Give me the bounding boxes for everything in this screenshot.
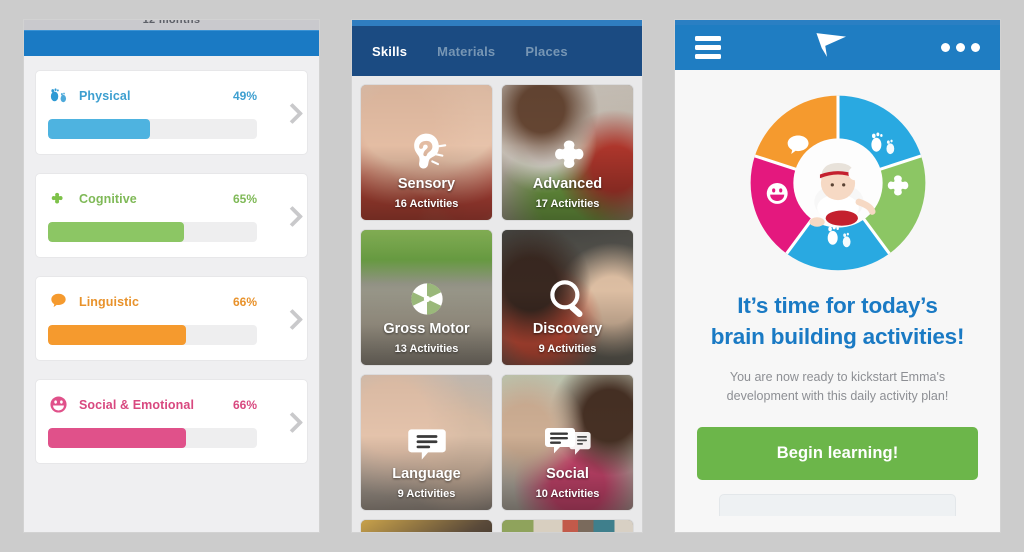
progress-fill (48, 222, 184, 242)
progress-fill (48, 325, 186, 345)
progress-track (48, 428, 257, 448)
partial-card-below (719, 493, 956, 516)
panel1-cut-title-strip: 12 months (24, 20, 319, 30)
card-count: 16 Activities (394, 198, 459, 210)
card-count: 9 Activities (397, 488, 456, 500)
three-dots-icon[interactable] (941, 43, 980, 52)
paper-plane-icon (811, 30, 851, 65)
headline-line-1: It’s time for today’s (737, 293, 938, 318)
progress-label: Social & Emotional (79, 397, 195, 412)
progress-percent: 66% (232, 397, 257, 412)
progress-fill (48, 119, 151, 139)
hamburger-menu-icon[interactable] (695, 36, 721, 59)
activity-card-discovery[interactable]: Discovery 9 Activities (502, 230, 633, 365)
tab-materials[interactable]: Materials (435, 40, 497, 63)
activity-grid: Sensory 16 Activities Advanced 17 Activi… (352, 76, 642, 532)
chevron-right-icon[interactable] (285, 411, 298, 433)
skill-wheel (697, 88, 978, 278)
progress-label: Linguistic (79, 294, 140, 309)
activity-card-advanced[interactable]: Advanced 17 Activities (502, 85, 633, 220)
panel1-cut-title: 12 months (142, 20, 201, 26)
progress-row-header: Physical 49% (48, 85, 295, 106)
card-title: Advanced (532, 176, 603, 192)
progress-fill (48, 428, 186, 448)
progress-list: Physical 49% Cognitive 65% Linguistic 66… (24, 56, 319, 532)
progress-track (48, 325, 257, 345)
activity-card-partial-2[interactable] (502, 520, 633, 532)
progress-row-social-emotional[interactable]: Social & Emotional 66% (35, 379, 308, 464)
panel1-header-bar (24, 30, 319, 56)
progress-row-header: Cognitive 65% (48, 188, 295, 209)
welcome-subtext: You are now ready to kickstart Emma's de… (726, 370, 949, 404)
welcome-panel: It’s time for today’s brain building act… (675, 20, 1000, 532)
ear-icon (400, 127, 454, 181)
progress-panel: 12 months Physical 49% Cognitive 65% Lin… (24, 20, 319, 532)
progress-percent: 49% (232, 88, 257, 103)
welcome-body: It’s time for today’s brain building act… (675, 70, 1000, 532)
progress-track (48, 222, 257, 242)
welcome-headline: It’s time for today’s brain building act… (697, 290, 978, 352)
card-photo (502, 520, 633, 532)
two-bubbles-icon (541, 417, 595, 471)
progress-label: Cognitive (79, 191, 137, 206)
speech-bubble-icon (48, 291, 69, 312)
tab-bar: Skills Materials Places (352, 26, 642, 76)
chevron-right-icon[interactable] (285, 102, 298, 124)
skill-wheel-svg (750, 95, 925, 271)
card-count: 9 Activities (538, 343, 597, 355)
activity-card-language[interactable]: Language 9 Activities (361, 375, 492, 510)
progress-row-header: Social & Emotional 66% (48, 394, 295, 415)
begin-learning-button[interactable]: Begin learning! (697, 426, 978, 480)
ball-icon (400, 272, 454, 326)
headline-line-2: brain building activities! (710, 324, 965, 350)
smiley-icon (48, 394, 69, 415)
activities-panel: Skills Materials Places Sensory 16 Activ… (352, 20, 642, 532)
footprints-icon (48, 85, 69, 106)
tab-skills[interactable]: Skills (370, 40, 409, 63)
card-title: Social (546, 466, 589, 482)
progress-row-linguistic[interactable]: Linguistic 66% (35, 276, 308, 361)
progress-row-header: Linguistic 66% (48, 291, 295, 312)
card-title: Discovery (532, 321, 603, 337)
activity-card-partial-1[interactable] (361, 520, 492, 532)
magnifier-icon (541, 272, 595, 326)
progress-percent: 66% (232, 294, 257, 309)
card-title: Sensory (397, 176, 456, 192)
card-photo (361, 520, 492, 532)
nav-bar (675, 25, 1000, 70)
activity-card-gross-motor[interactable]: Gross Motor 13 Activities (361, 230, 492, 365)
card-title: Gross Motor (383, 321, 470, 337)
card-count: 13 Activities (394, 343, 459, 355)
card-count: 10 Activities (535, 488, 600, 500)
progress-track (48, 119, 257, 139)
progress-row-physical[interactable]: Physical 49% (35, 70, 308, 155)
chevron-right-icon[interactable] (285, 205, 298, 227)
activity-card-sensory[interactable]: Sensory 16 Activities (361, 85, 492, 220)
chevron-right-icon[interactable] (285, 308, 298, 330)
screenshot-stage: 12 months Physical 49% Cognitive 65% Lin… (0, 0, 1024, 552)
progress-row-cognitive[interactable]: Cognitive 65% (35, 173, 308, 258)
progress-label: Physical (79, 88, 131, 103)
puzzle-icon (48, 188, 69, 209)
card-count: 17 Activities (535, 198, 600, 210)
speech-bubble-icon (400, 417, 454, 471)
progress-percent: 65% (232, 191, 257, 206)
puzzle-piece-icon (541, 127, 595, 181)
tab-places[interactable]: Places (523, 40, 569, 63)
card-title: Language (392, 466, 461, 482)
activity-card-social[interactable]: Social 10 Activities (502, 375, 633, 510)
